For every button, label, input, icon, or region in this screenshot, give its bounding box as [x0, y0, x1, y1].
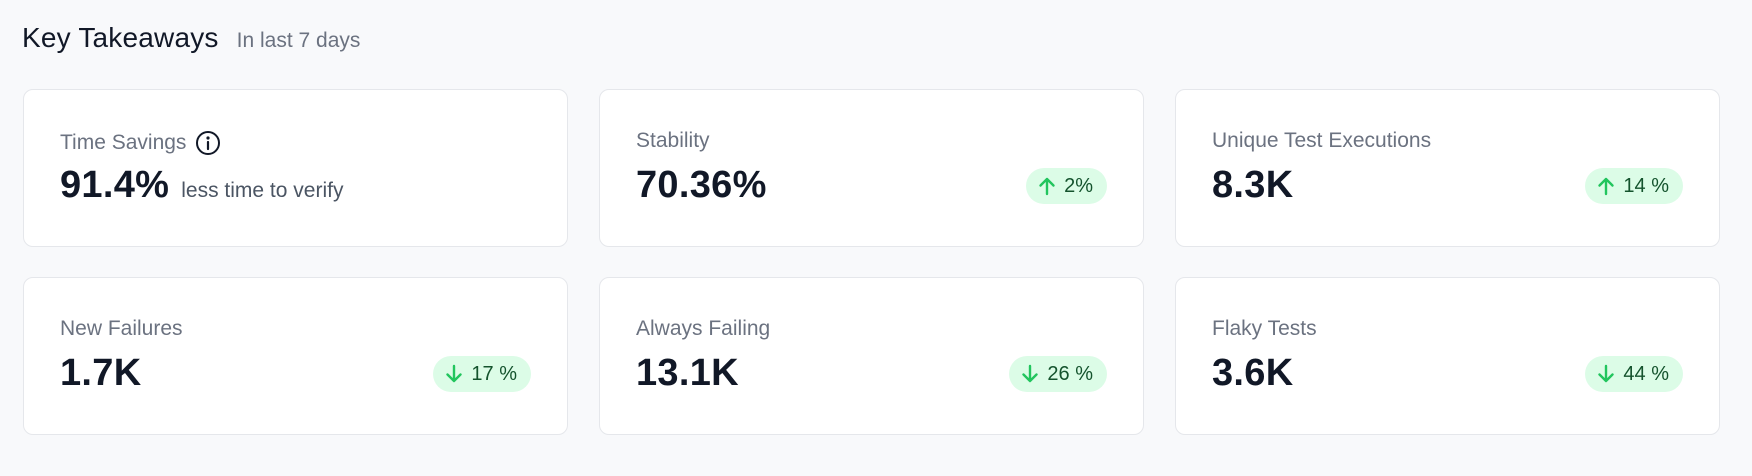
metrics-grid: Time Savings 91.4% less time to verify S… [23, 89, 1720, 435]
metric-label: Flaky Tests [1212, 317, 1317, 340]
arrow-down-icon [1019, 363, 1041, 385]
metric-value: 1.7K [60, 352, 142, 394]
arrow-up-icon [1595, 175, 1617, 197]
metric-label-text: Time Savings [60, 131, 187, 154]
metric-value: 3.6K [1212, 352, 1294, 394]
metric-label: Stability [636, 129, 710, 152]
trend-badge: 2% [1026, 168, 1107, 204]
metric-label: Unique Test Executions [1212, 129, 1432, 152]
metric-card-stability[interactable]: Stability 70.36% 2% [599, 89, 1144, 247]
metric-card-time-savings[interactable]: Time Savings 91.4% less time to verify [23, 89, 568, 247]
section-header: Key Takeaways In last 7 days [22, 22, 360, 58]
metric-card-always-failing[interactable]: Always Failing 13.1K 26 % [599, 277, 1144, 435]
trend-badge: 14 % [1585, 168, 1683, 204]
arrow-down-icon [443, 363, 465, 385]
metric-label: New Failures [60, 317, 183, 340]
metric-value: 70.36% [636, 164, 767, 206]
key-takeaways-panel: Key Takeaways In last 7 days Time Saving… [0, 0, 1752, 476]
trend-value: 14 % [1623, 174, 1669, 197]
metric-value: 91.4% [60, 164, 170, 206]
trend-badge: 17 % [433, 356, 531, 392]
metric-value: 8.3K [1212, 164, 1294, 206]
metric-label: Time Savings [60, 129, 222, 157]
trend-badge: 44 % [1585, 356, 1683, 392]
section-title: Key Takeaways [22, 22, 219, 53]
trend-badge: 26 % [1009, 356, 1107, 392]
trend-value: 26 % [1047, 362, 1093, 385]
arrow-down-icon [1595, 363, 1617, 385]
metric-value-row: 91.4% less time to verify [60, 164, 343, 207]
time-range-label: In last 7 days [236, 29, 361, 52]
metric-label: Always Failing [636, 317, 771, 340]
trend-value: 44 % [1623, 362, 1669, 385]
info-icon[interactable] [194, 129, 222, 157]
metric-value: 13.1K [636, 352, 739, 394]
trend-value: 2% [1064, 174, 1093, 197]
trend-value: 17 % [471, 362, 517, 385]
metric-card-flaky-tests[interactable]: Flaky Tests 3.6K 44 % [1175, 277, 1720, 435]
metric-card-new-failures[interactable]: New Failures 1.7K 17 % [23, 277, 568, 435]
metric-card-unique-test-executions[interactable]: Unique Test Executions 8.3K 14 % [1175, 89, 1720, 247]
metric-suffix: less time to verify [181, 179, 344, 202]
arrow-up-icon [1036, 175, 1058, 197]
